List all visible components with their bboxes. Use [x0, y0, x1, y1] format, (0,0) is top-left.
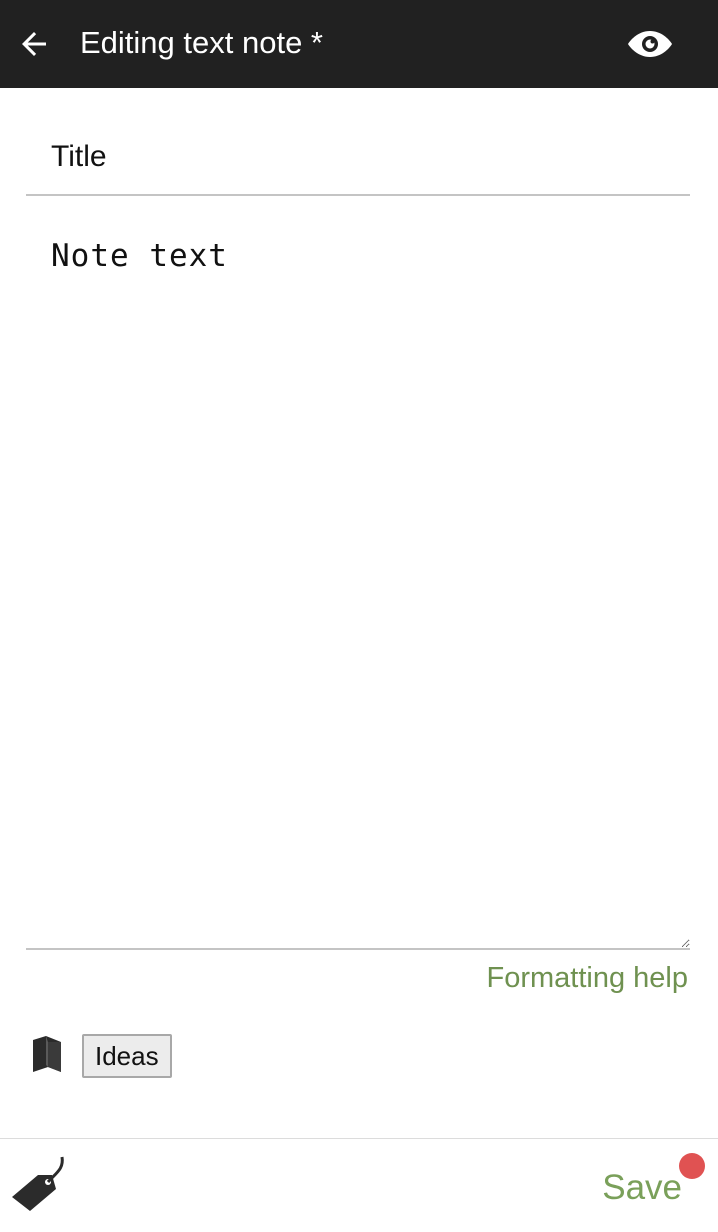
preview-button[interactable] [622, 18, 678, 70]
notebook-selector[interactable]: Ideas [82, 1034, 172, 1078]
note-text-area[interactable] [26, 214, 690, 950]
title-input[interactable] [26, 120, 690, 196]
formatting-help-link[interactable]: Formatting help [487, 960, 689, 996]
unsaved-indicator [679, 1153, 705, 1179]
tag-icon [12, 1156, 64, 1211]
app-bar: Editing text note * [0, 0, 718, 88]
tags-button[interactable] [8, 1153, 70, 1215]
save-button[interactable]: Save [602, 1167, 682, 1209]
eye-icon [628, 31, 672, 57]
bottom-toolbar: Save [0, 1138, 718, 1232]
arrow-left-icon [22, 32, 46, 56]
page-title: Editing text note * [80, 25, 323, 60]
back-button[interactable] [8, 18, 60, 70]
notebook-icon [33, 1036, 61, 1072]
